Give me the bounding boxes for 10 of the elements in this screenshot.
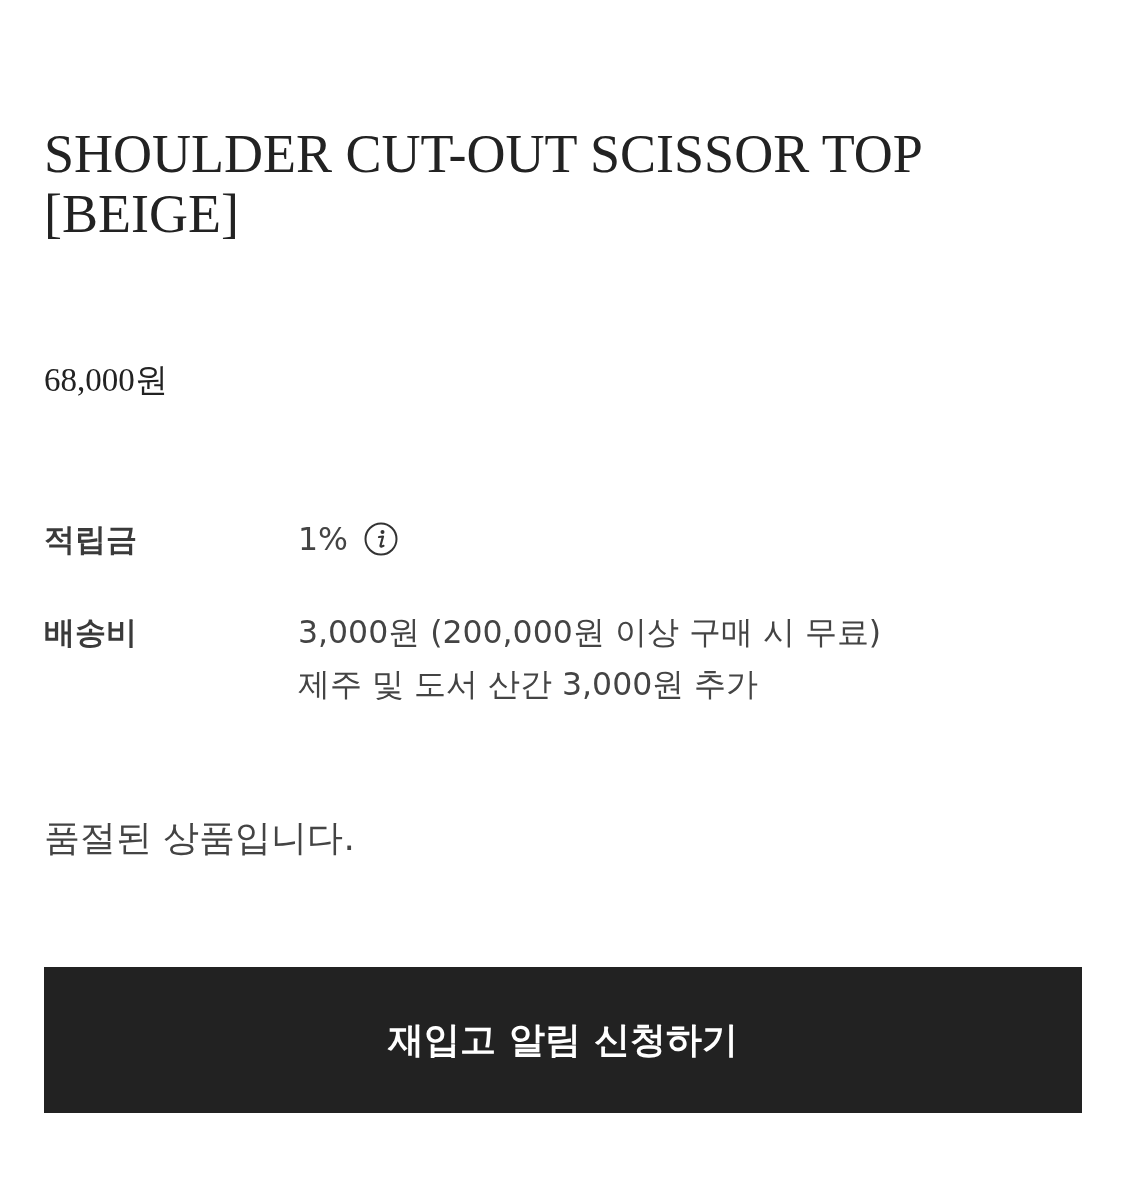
info-icon[interactable] <box>364 522 398 556</box>
detail-label: 배송비 <box>44 614 137 650</box>
product-price: 68,000원 <box>44 361 168 400</box>
restock-alert-button[interactable]: 재입고 알림 신청하기 <box>44 967 1082 1113</box>
detail-value: 제주 및 도서 산간 3,000원 추가 <box>298 665 759 704</box>
detail-value: 1% <box>298 520 348 559</box>
detail-label: 적립금 <box>44 521 137 557</box>
product-title: SHOULDER CUT-OUT SCISSOR TOP [BEIGE] <box>44 124 922 244</box>
sold-out-notice: 품절된 상품입니다. <box>44 816 355 860</box>
detail-value: 3,000원 (200,000원 이상 구매 시 무료) <box>298 613 882 652</box>
